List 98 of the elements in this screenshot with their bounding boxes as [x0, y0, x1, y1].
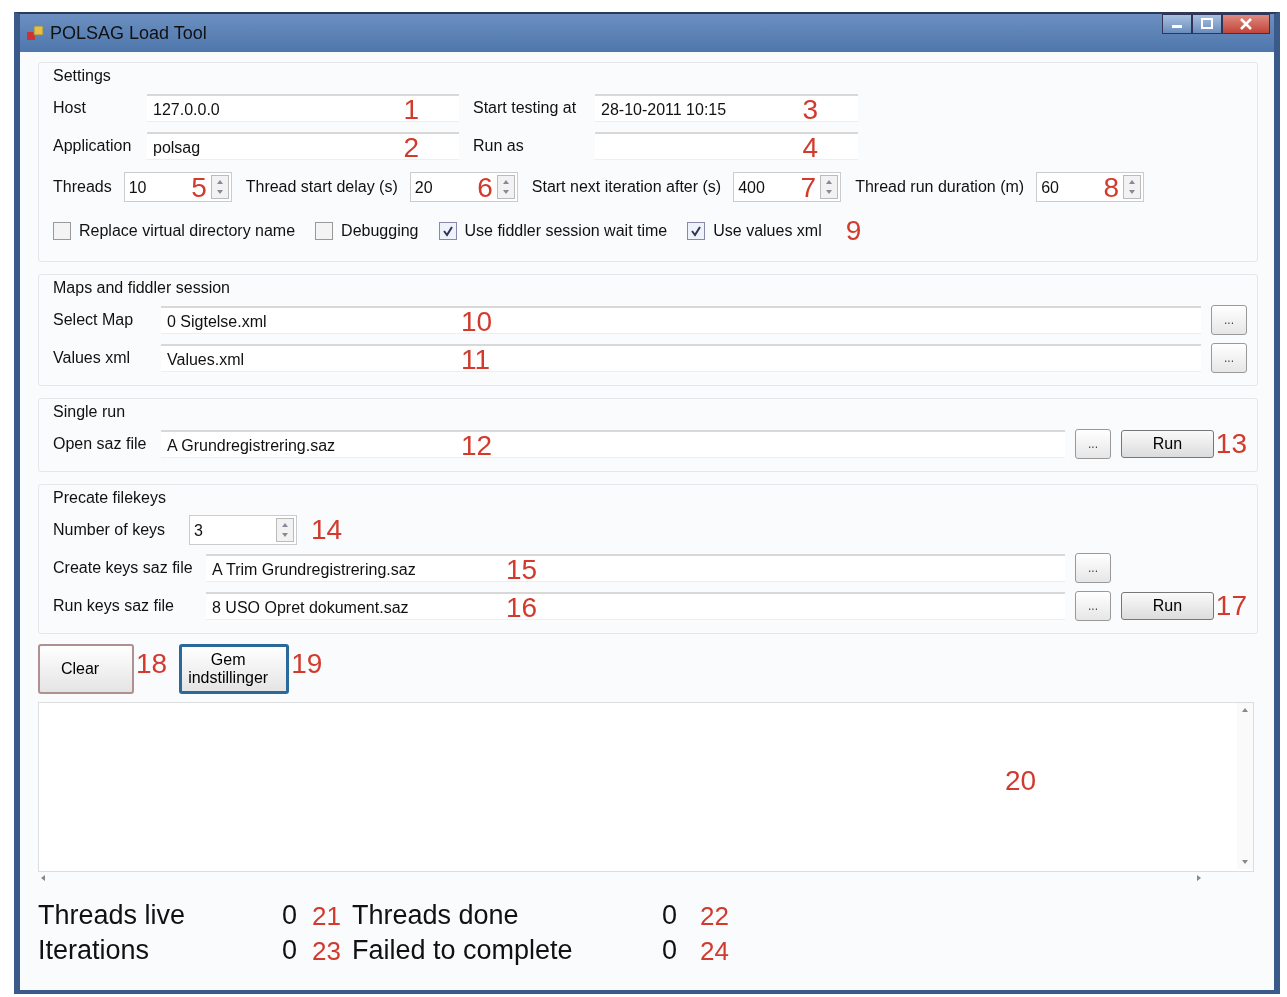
group-title: Settings	[53, 67, 112, 85]
checkbox[interactable]	[687, 222, 706, 240]
callout-number: 7	[800, 174, 817, 202]
callout-number: 2	[403, 134, 419, 162]
minimize-button[interactable]	[1162, 14, 1192, 34]
callout-number: 17	[1215, 592, 1247, 620]
app-icon	[26, 24, 44, 42]
checkbox-label: Debugging	[341, 222, 419, 240]
text-field[interactable]: A Grundregistrering.saz 12	[161, 430, 1065, 458]
action-button[interactable]: Clear	[38, 644, 134, 694]
text-field[interactable]: 127.0.0.0 1	[147, 94, 459, 122]
field-label: Thread start delay (s)	[245, 178, 398, 196]
callout-number: 19	[291, 650, 323, 678]
callout-number: 3	[802, 96, 818, 124]
checkmark-icon	[689, 224, 704, 238]
callout-number: 21	[312, 902, 342, 929]
group-title: Single run	[53, 403, 127, 421]
number-spinner[interactable]: 3	[189, 515, 297, 545]
callout-number: 16	[506, 594, 538, 622]
scroll-arrows-icon	[1240, 706, 1250, 866]
callout-number: 20	[1005, 767, 1037, 795]
stat-value: 0	[282, 899, 299, 932]
field-label: Application	[53, 137, 133, 155]
field-label: Create keys saz file	[53, 559, 194, 577]
maximize-button[interactable]	[1192, 14, 1222, 34]
browse-button[interactable]: ...	[1075, 591, 1111, 621]
checkbox-label: Use fiddler session wait time	[464, 222, 668, 240]
number-spinner[interactable]: 10 5	[123, 172, 232, 202]
field-label: Run keys saz file	[53, 597, 175, 615]
text-field[interactable]: A Trim Grundregistrering.saz 15	[206, 554, 1065, 582]
text-field[interactable]: 0 Sigtelse.xml 10	[161, 306, 1201, 334]
text-field[interactable]: 8 USO Opret dokument.saz 16	[206, 592, 1065, 620]
callout-number: 9	[845, 217, 862, 245]
field-label: Select Map	[53, 311, 135, 329]
text-field[interactable]: Values.xml 11	[161, 344, 1201, 372]
stat-value: 0	[282, 934, 299, 968]
callout-number: 8	[1103, 174, 1120, 202]
number-spinner[interactable]: 20 6	[409, 172, 518, 202]
checkmark-icon	[440, 224, 455, 238]
stat-label: Iterations	[38, 934, 151, 968]
stat-value: 0	[662, 934, 679, 968]
field-label: Start next iteration after (s)	[531, 178, 722, 196]
close-icon	[1239, 18, 1253, 30]
callout-number: 1	[403, 96, 419, 124]
group-title: Maps and fiddler session	[53, 279, 231, 297]
field-label: Host	[53, 99, 87, 117]
callout-number: 15	[506, 556, 538, 584]
scroll-arrows-icon	[39, 874, 1203, 882]
callout-number: 11	[461, 346, 491, 374]
run-button[interactable]: Run	[1121, 430, 1214, 458]
callout-number: 5	[191, 174, 207, 202]
callout-number: 6	[477, 174, 493, 202]
group-title: Precate filekeys	[53, 489, 167, 507]
stat-label: Failed to complete	[352, 934, 574, 968]
window-title: POLSAG Load Tool	[50, 22, 207, 44]
number-spinner[interactable]: 60 8	[1036, 172, 1145, 202]
field-label: Run as	[473, 137, 525, 155]
spin-arrows-icon[interactable]	[1123, 175, 1142, 199]
field-label: Number of keys	[53, 521, 167, 539]
action-button[interactable]: Gem indstillinger	[179, 644, 290, 694]
field-label: Values xml	[53, 349, 132, 367]
browse-button[interactable]: ...	[1211, 343, 1247, 373]
maximize-icon	[1200, 18, 1214, 30]
text-field[interactable]: polsag 2	[147, 132, 459, 160]
run-button[interactable]: Run	[1121, 592, 1214, 620]
browse-button[interactable]: ...	[1075, 553, 1111, 583]
stat-value: 0	[662, 899, 679, 932]
field-label: Thread run duration (m)	[855, 178, 1025, 196]
field-label: Open saz file	[53, 435, 148, 453]
stat-label: Threads done	[352, 899, 520, 932]
callout-number: 12	[461, 432, 493, 460]
callout-number: 10	[461, 308, 493, 336]
text-field[interactable]: 4	[595, 132, 858, 160]
callout-number: 13	[1215, 430, 1247, 458]
callout-number: 14	[311, 516, 343, 544]
spin-arrows-icon[interactable]	[820, 175, 839, 199]
field-label: Threads	[53, 178, 112, 196]
vertical-scrollbar[interactable]	[1237, 703, 1253, 869]
spin-arrows-icon[interactable]	[496, 175, 515, 199]
number-spinner[interactable]: 400 7	[733, 172, 842, 202]
checkbox[interactable]	[53, 222, 71, 240]
browse-button[interactable]: ...	[1075, 429, 1111, 459]
callout-number: 18	[136, 650, 168, 678]
field-label: Start testing at	[473, 99, 578, 117]
callout-number: 24	[700, 937, 730, 964]
spin-arrows-icon[interactable]	[210, 175, 229, 199]
callout-number: 23	[312, 937, 342, 964]
callout-number: 4	[802, 134, 818, 162]
browse-button[interactable]: ...	[1211, 305, 1247, 335]
text-field[interactable]: 28-10-2011 10:15 3	[595, 94, 858, 122]
callout-number: 22	[700, 902, 730, 929]
close-button[interactable]	[1222, 14, 1270, 34]
spin-arrows-icon[interactable]	[276, 518, 294, 542]
checkbox[interactable]	[315, 222, 334, 240]
checkbox-label: Replace virtual directory name	[79, 222, 296, 240]
checkbox-label: Use values xml	[713, 222, 822, 240]
checkbox[interactable]	[438, 222, 457, 240]
stat-label: Threads live	[38, 899, 187, 932]
